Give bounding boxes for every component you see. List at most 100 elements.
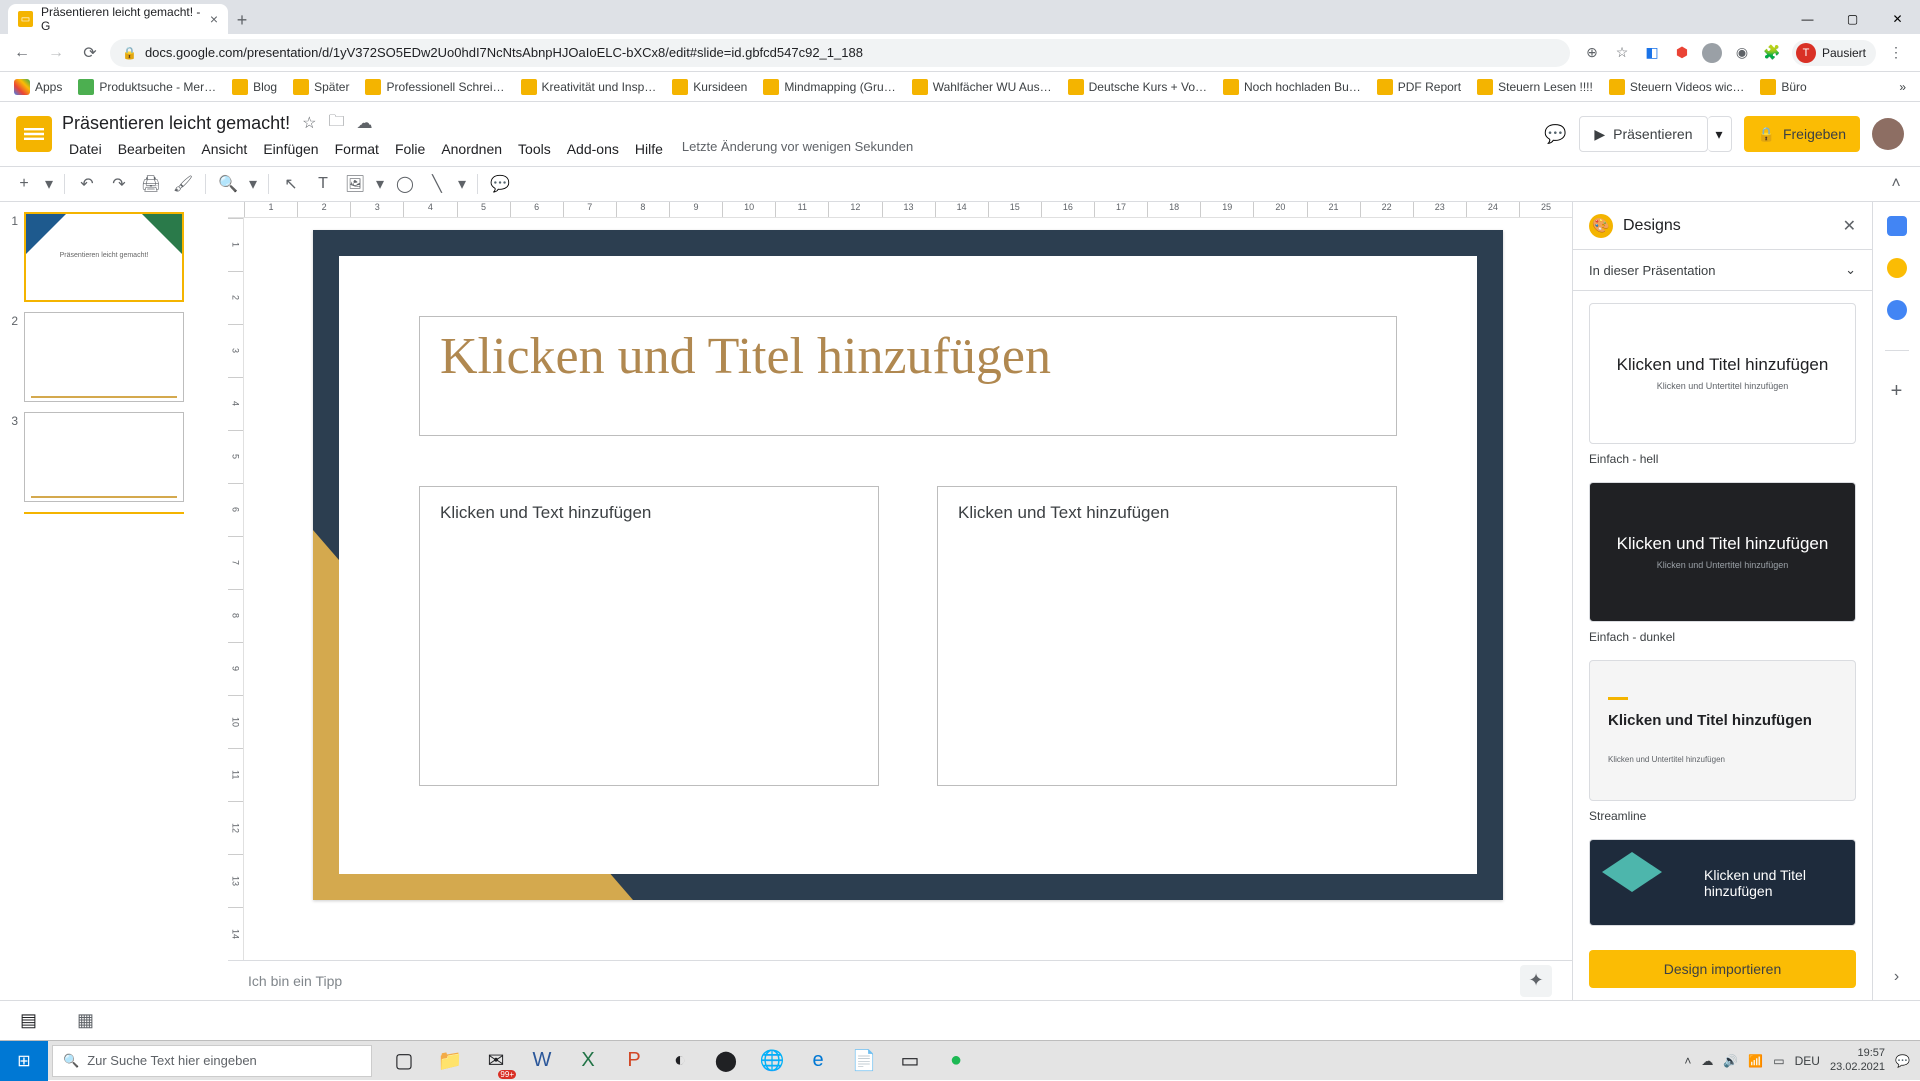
content-placeholder-left[interactable]: Klicken und Text hinzufügen [419,486,879,786]
profile-chip[interactable]: T Pausiert [1792,40,1876,66]
textbox-tool[interactable]: T [309,170,337,198]
onedrive-icon[interactable]: ☁ [1701,1054,1713,1068]
add-addon-icon[interactable]: + [1887,381,1907,401]
line-tool[interactable]: ╲ [423,170,451,198]
edge-icon[interactable]: e [796,1041,840,1081]
bookmark-item[interactable]: Steuern Lesen !!!! [1471,75,1599,99]
menu-format[interactable]: Format [328,139,386,159]
apps-bookmark[interactable]: Apps [8,75,68,99]
wifi-icon[interactable]: 📶 [1748,1054,1763,1068]
extension-4-icon[interactable]: ◉ [1732,43,1752,63]
new-slide-dropdown[interactable]: ▾ [42,170,56,198]
close-tab-icon[interactable]: × [210,11,218,27]
present-dropdown[interactable]: ▾ [1708,116,1732,152]
extension-3-icon[interactable] [1702,43,1722,63]
url-input[interactable]: 🔒 docs.google.com/presentation/d/1yV372S… [110,39,1570,67]
present-button[interactable]: ▶ Präsentieren [1579,116,1707,152]
tasks-icon[interactable] [1887,300,1907,320]
bookmark-item[interactable]: Blog [226,75,283,99]
slide-thumbnail-3[interactable] [24,412,184,502]
content-placeholder-right[interactable]: Klicken und Text hinzufügen [937,486,1397,786]
design-option-dark[interactable]: Klicken und Titel hinzufügen Klicken und… [1589,482,1856,623]
line-dropdown[interactable]: ▾ [455,170,469,198]
calendar-icon[interactable] [1887,216,1907,236]
new-slide-button[interactable]: + [10,170,38,198]
close-panel-icon[interactable]: ✕ [1843,216,1856,236]
zoom-button[interactable]: 🔍 [214,170,242,198]
speaker-notes[interactable]: Ich bin ein Tipp ✦ [228,960,1572,1000]
new-tab-button[interactable]: + [228,6,256,34]
vertical-ruler[interactable]: 1234567891011121314 [228,218,244,960]
bookmark-overflow[interactable]: » [1893,76,1912,98]
excel-icon[interactable]: X [566,1041,610,1081]
minimize-button[interactable]: — [1785,4,1830,34]
select-tool[interactable]: ↖ [277,170,305,198]
taskbar-search[interactable]: 🔍 Zur Suche Text hier eingeben [52,1045,372,1077]
obs-icon[interactable]: ⬤ [704,1041,748,1081]
explorer-icon[interactable]: 📁 [428,1041,472,1081]
menu-file[interactable]: Datei [62,139,109,159]
bookmark-item[interactable]: PDF Report [1371,75,1467,99]
volume-icon[interactable]: 🔊 [1723,1054,1738,1068]
chrome-icon[interactable]: 🌐 [750,1041,794,1081]
extension-2-icon[interactable]: ⬢ [1672,43,1692,63]
word-icon[interactable]: W [520,1041,564,1081]
app-icon-2[interactable]: 📄 [842,1041,886,1081]
designs-list[interactable]: Klicken und Titel hinzufügen Klicken und… [1573,291,1872,938]
menu-view[interactable]: Ansicht [194,139,254,159]
paint-format-button[interactable]: 🖌 [169,170,197,198]
menu-insert[interactable]: Einfügen [256,139,325,159]
bookmark-item[interactable]: Wahlfächer WU Aus… [906,75,1058,99]
bookmark-item[interactable]: Büro [1754,75,1812,99]
comment-tool[interactable]: 💬 [486,170,514,198]
slide-thumbnail-2[interactable] [24,312,184,402]
filmstrip-view-button[interactable]: ▤ [20,1010,37,1031]
undo-button[interactable]: ↶ [73,170,101,198]
cloud-icon[interactable]: ☁ [356,113,372,133]
move-icon[interactable]: 🗀 [328,110,344,137]
mail-icon[interactable]: ✉99+ [474,1041,518,1081]
browser-menu-icon[interactable]: ⋮ [1886,43,1906,63]
designs-section-toggle[interactable]: In dieser Präsentation ⌄ [1573,250,1872,291]
app-icon-3[interactable]: ▭ [888,1041,932,1081]
title-placeholder[interactable]: Klicken und Titel hinzufügen [419,316,1397,436]
bookmark-item[interactable]: Kreativität und Insp… [515,75,663,99]
bookmark-item[interactable]: Noch hochladen Bu… [1217,75,1367,99]
shape-tool[interactable]: ◯ [391,170,419,198]
slides-logo-icon[interactable] [16,116,52,152]
menu-arrange[interactable]: Anordnen [434,139,509,159]
horizontal-ruler[interactable]: 1234567891011121314151617181920212223242… [228,202,1572,218]
menu-edit[interactable]: Bearbeiten [111,139,193,159]
bookmark-item[interactable]: Professionell Schrei… [359,75,510,99]
powerpoint-icon[interactable]: P [612,1041,656,1081]
maximize-button[interactable]: ▢ [1830,4,1875,34]
grid-view-button[interactable]: ▦ [77,1010,94,1031]
slide-canvas[interactable]: Klicken und Titel hinzufügen Klicken und… [313,230,1503,900]
zoom-icon[interactable]: ⊕ [1582,43,1602,63]
menu-addons[interactable]: Add-ons [560,139,626,159]
extensions-menu-icon[interactable]: 🧩 [1762,43,1782,63]
design-option-focus[interactable]: Klicken und Titel hinzufügen [1589,839,1856,926]
star-icon[interactable]: ☆ [302,113,316,133]
zoom-dropdown[interactable]: ▾ [246,170,260,198]
task-view-icon[interactable]: ▢ [382,1041,426,1081]
menu-help[interactable]: Hilfe [628,139,670,159]
image-tool[interactable]: 🖼 [341,170,369,198]
bookmark-item[interactable]: Später [287,75,355,99]
bookmark-item[interactable]: Deutsche Kurs + Vo… [1062,75,1213,99]
redo-button[interactable]: ↷ [105,170,133,198]
design-option-streamline[interactable]: Klicken und Titel hinzufügen Klicken und… [1589,660,1856,801]
forward-button[interactable]: → [42,39,70,67]
side-panel-collapse[interactable]: › [1894,968,1899,986]
print-button[interactable]: 🖨 [137,170,165,198]
filmstrip[interactable]: 1 Präsentieren leicht gemacht! 2 3 [0,202,228,1000]
back-button[interactable]: ← [8,39,36,67]
language-indicator[interactable]: DEU [1795,1054,1820,1068]
slide-thumbnail-1[interactable]: Präsentieren leicht gemacht! [24,212,184,302]
design-option-light[interactable]: Klicken und Titel hinzufügen Klicken und… [1589,303,1856,444]
start-button[interactable]: ⊞ [0,1041,48,1081]
share-button[interactable]: 🔒 Freigeben [1744,116,1860,152]
collapse-toolbar-button[interactable]: ˄ [1882,170,1910,198]
document-title[interactable]: Präsentieren leicht gemacht! [62,113,290,134]
extension-1-icon[interactable]: ◧ [1642,43,1662,63]
